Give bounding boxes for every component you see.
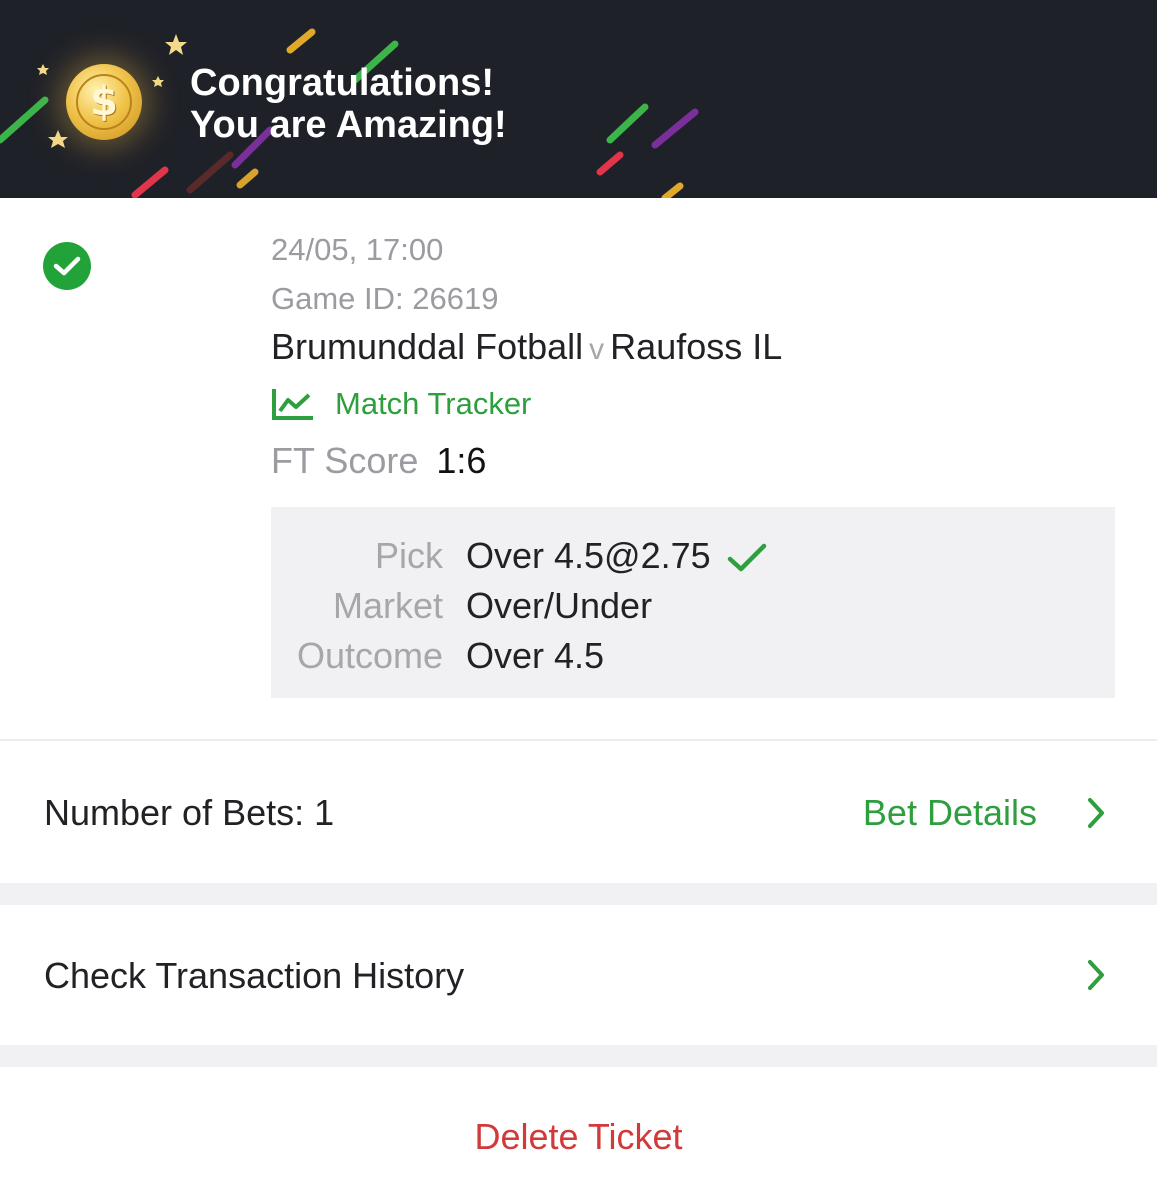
game-id: Game ID: 26619 <box>271 281 499 316</box>
section-gap <box>0 883 1157 905</box>
match-datetime: 24/05, 17:00 <box>271 232 444 267</box>
delete-ticket-button[interactable]: Delete Ticket <box>0 1116 1157 1158</box>
ft-score-label: FT Score <box>271 440 419 481</box>
match-tracker-label: Match Tracker <box>335 386 532 421</box>
pick-details-box: Pick Over 4.5@2.75 Market Over/Under Out… <box>271 507 1115 698</box>
market-row: Market Over/Under <box>271 585 1115 635</box>
market-label: Market <box>332 585 443 626</box>
congrats-line-1: Congratulations! <box>190 62 494 104</box>
pick-row: Pick Over 4.5@2.75 <box>271 535 1115 585</box>
match-teams: Brumunddal Fotball v Raufoss IL <box>271 326 782 368</box>
market-value: Over/Under <box>466 585 653 626</box>
ft-score: FT Score 1:6 <box>271 440 486 482</box>
confetti-decoration <box>0 28 699 198</box>
pick-value: Over 4.5@2.75 <box>466 535 711 576</box>
section-gap <box>0 1045 1157 1067</box>
outcome-row: Outcome Over 4.5 <box>271 635 1115 685</box>
outcome-value: Over 4.5 <box>466 635 605 676</box>
chevron-right-icon[interactable] <box>1086 797 1106 829</box>
away-team: Raufoss IL <box>610 326 783 367</box>
check-circle-icon <box>43 242 91 290</box>
congrats-banner: $ Congratulations! You are Amazing! <box>0 0 1157 198</box>
pick-value-wrap: Over 4.5@2.75 <box>466 535 767 577</box>
chart-icon <box>272 389 313 420</box>
chevron-right-icon[interactable] <box>1086 959 1106 991</box>
checkmark-icon <box>727 544 766 572</box>
versus-label: v <box>589 333 605 366</box>
coin-icon: $ <box>66 64 142 140</box>
match-tracker-link[interactable]: Match Tracker <box>271 384 531 424</box>
congrats-title: Congratulations! You are Amazing! <box>190 62 507 146</box>
congrats-line-2: You are Amazing! <box>190 104 507 146</box>
bet-details-link[interactable]: Bet Details <box>863 792 1037 834</box>
coin-symbol: $ <box>76 74 132 130</box>
transaction-history-label: Check Transaction History <box>44 955 465 996</box>
number-of-bets: Number of Bets: 1 <box>44 792 335 833</box>
ft-score-value: 1:6 <box>436 440 487 481</box>
home-team: Brumunddal Fotball <box>271 326 584 367</box>
pick-label: Pick <box>374 535 443 576</box>
outcome-label: Outcome <box>296 635 443 676</box>
